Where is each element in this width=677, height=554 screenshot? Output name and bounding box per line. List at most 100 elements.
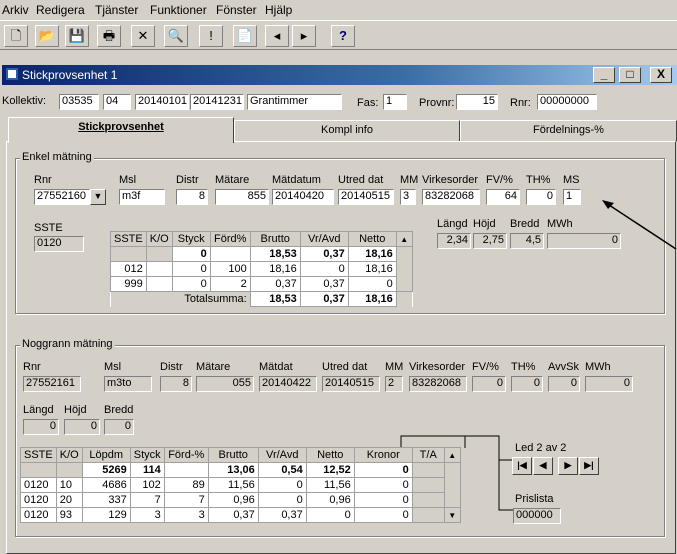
nogg-mwh-field[interactable]: 0 [585, 376, 633, 392]
rnr-dropdown-icon[interactable]: ▼ [90, 189, 106, 205]
menu-fonster[interactable]: Fönster [216, 3, 257, 17]
col-sste[interactable]: SSTE [20, 447, 57, 463]
cell[interactable]: 89 [163, 477, 209, 493]
cell[interactable]: 0 [257, 477, 307, 493]
cell[interactable]: 102 [129, 477, 165, 493]
cell[interactable]: 0,96 [305, 492, 355, 508]
kollektiv-field-2[interactable]: 04 [103, 94, 131, 110]
cell[interactable]: 0120 [20, 477, 57, 493]
open-icon[interactable]: 📂 [35, 25, 59, 47]
cell[interactable] [145, 261, 173, 277]
menu-funktioner[interactable]: Funktioner [150, 3, 207, 17]
enkel-rnr-field[interactable]: 27552160 [34, 189, 90, 205]
col-vravd[interactable]: Vr/Avd [299, 231, 349, 247]
nogg-virkesorder-field[interactable]: 83282068 [409, 376, 467, 392]
enkel-sste-field[interactable]: 0120 [34, 236, 84, 252]
cell[interactable]: 0 [353, 462, 413, 478]
nogg-mm-field[interactable]: 2 [385, 376, 403, 392]
table-row[interactable]: 0120 93 129 3 3 0,37 0,37 0 0 ▼ [20, 507, 461, 523]
cell[interactable]: 12,52 [305, 462, 355, 478]
cell[interactable]: 18,16 [347, 261, 397, 277]
vertical-scrollbar[interactable] [395, 246, 413, 292]
enkel-utred-field[interactable]: 20140515 [338, 189, 394, 205]
table-row[interactable]: 0 18,53 0,37 18,16 [110, 246, 413, 292]
window-titlebar[interactable]: Stickprovsenhet 1 _ □ X [2, 65, 677, 85]
cell[interactable]: 0120 [20, 492, 57, 508]
menu-tjanster[interactable]: Tjänster [95, 3, 138, 17]
col-styck[interactable]: Styck [171, 231, 211, 247]
cell[interactable]: 0 [171, 246, 211, 262]
cell[interactable]: 0 [305, 507, 355, 523]
cell[interactable]: 0 [353, 507, 413, 523]
prev-icon[interactable]: ◂ [265, 25, 289, 47]
cell[interactable]: 11,56 [207, 477, 259, 493]
cell[interactable]: 7 [163, 492, 209, 508]
cell[interactable]: 7 [129, 492, 165, 508]
enkel-langd-field[interactable]: 2,34 [437, 233, 471, 249]
vertical-scrollbar[interactable] [443, 462, 461, 508]
col-ko[interactable]: K/O [145, 231, 173, 247]
cell[interactable] [411, 507, 445, 523]
nogg-matare-field[interactable]: 055 [196, 376, 254, 392]
menu-redigera[interactable]: Redigera [36, 3, 85, 17]
col-ta[interactable]: T/A [411, 447, 445, 463]
delete-icon[interactable]: ✕ [131, 25, 155, 47]
cell[interactable]: 0,37 [299, 246, 349, 262]
alert-icon[interactable]: ! [199, 25, 223, 47]
scroll-up-icon[interactable]: ▲ [395, 231, 413, 247]
cell[interactable]: 3 [129, 507, 165, 523]
find-icon[interactable]: 🔍 [164, 25, 188, 47]
cell[interactable] [411, 492, 445, 508]
cell[interactable] [110, 246, 147, 262]
enkel-virkesorder-field[interactable]: 83282068 [422, 189, 480, 205]
cell[interactable]: 11,56 [305, 477, 355, 493]
nogg-hojd-field[interactable]: 0 [64, 419, 100, 435]
last-record-icon[interactable]: ▶| [579, 457, 599, 475]
cell[interactable]: 4686 [81, 477, 131, 493]
nogg-matdat-field[interactable]: 20140422 [259, 376, 317, 392]
cell[interactable]: 337 [81, 492, 131, 508]
enkel-ms-field[interactable]: 1 [563, 189, 581, 205]
kollektiv-field-5[interactable]: Grantimmer [247, 94, 342, 110]
cell[interactable] [411, 462, 445, 478]
cell[interactable]: 10 [55, 477, 83, 493]
cell[interactable]: 0,37 [207, 507, 259, 523]
prislista-field[interactable]: 000000 [513, 508, 561, 524]
nogg-fv-field[interactable]: 0 [472, 376, 506, 392]
cell[interactable]: 5269 [81, 462, 131, 478]
kollektiv-field-3[interactable]: 20140101 [135, 94, 189, 110]
cell[interactable]: 0,54 [257, 462, 307, 478]
cell[interactable]: 0 [347, 276, 397, 292]
cell[interactable] [209, 246, 251, 262]
col-ko[interactable]: K/O [55, 447, 83, 463]
cell[interactable] [145, 246, 173, 262]
cell[interactable] [55, 462, 83, 478]
prev-record-icon[interactable]: ◀ [533, 457, 553, 475]
enkel-matdatum-field[interactable]: 20140420 [272, 189, 334, 205]
cell[interactable]: 0 [299, 261, 349, 277]
cell[interactable]: 0 [353, 492, 413, 508]
cell[interactable]: 0 [171, 276, 211, 292]
cell[interactable]: 0,37 [299, 276, 349, 292]
maximize-button[interactable]: □ [619, 67, 641, 83]
kollektiv-field-1[interactable]: 03535 [59, 94, 99, 110]
help-icon[interactable]: ? [331, 25, 355, 47]
col-netto[interactable]: Netto [347, 231, 397, 247]
menu-hjalp[interactable]: Hjälp [265, 3, 292, 17]
table-row[interactable]: 0120 20 337 7 7 0,96 0 0,96 0 [20, 492, 461, 508]
nogg-avvsk-field[interactable]: 0 [548, 376, 580, 392]
tab-fordelning[interactable]: Fördelnings-% [460, 120, 677, 142]
cell[interactable] [411, 477, 445, 493]
cell[interactable]: 0,37 [249, 276, 301, 292]
cell[interactable]: 0120 [20, 507, 57, 523]
minimize-button[interactable]: _ [593, 67, 615, 83]
col-lopdm[interactable]: Löpdm [81, 447, 131, 463]
cell[interactable] [20, 462, 57, 478]
cell[interactable]: 100 [209, 261, 251, 277]
kollektiv-field-4[interactable]: 20141231 [190, 94, 244, 110]
cell[interactable]: 3 [163, 507, 209, 523]
col-sste[interactable]: SSTE [110, 231, 147, 247]
first-record-icon[interactable]: |◀ [512, 457, 532, 475]
table-row[interactable]: 0120 10 4686 102 89 11,56 0 11,56 0 [20, 477, 461, 493]
cell[interactable]: 114 [129, 462, 165, 478]
